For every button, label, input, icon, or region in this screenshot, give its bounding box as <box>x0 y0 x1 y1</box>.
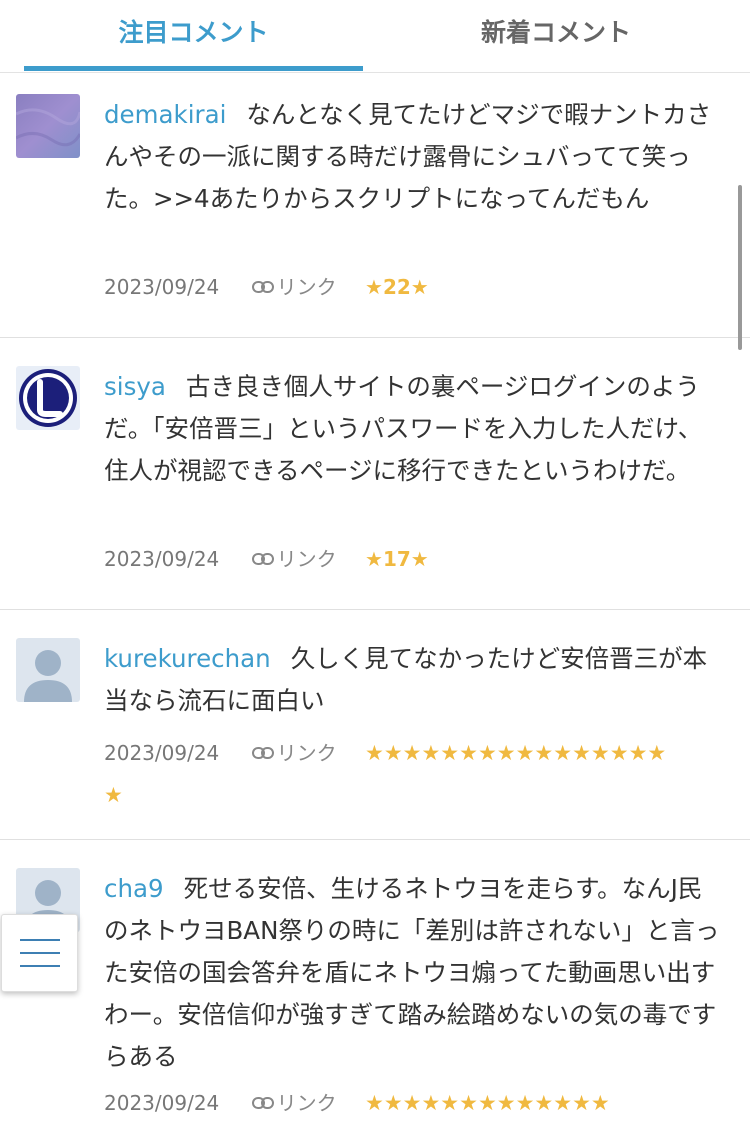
comment-username[interactable]: sisya <box>104 372 166 401</box>
comment-meta: 2023/09/24 リンク ★22★ <box>104 272 724 302</box>
comment-date: 2023/09/24 <box>104 741 220 765</box>
comment-body: sisya 古き良き個人サイトの裏ページログインのようだ。「安倍晋三」というパスワ… <box>104 366 726 492</box>
comment-item: kurekurechan 久しく見てなかったけど安倍晋三が本当なら流石に面白い 2… <box>0 610 750 840</box>
star-rating[interactable]: ★★★★★★★★★★★★★ <box>365 1091 610 1115</box>
star-icon: ★ <box>365 547 383 571</box>
star-rating[interactable]: ★22★ <box>365 275 429 299</box>
link-label: リンク <box>276 275 337 299</box>
link-icon <box>251 1097 274 1109</box>
star-rating[interactable]: ★17★ <box>365 547 429 571</box>
comment-username[interactable]: kurekurechan <box>104 644 271 673</box>
comment-item: cha9 死せる安倍、生けるネトウヨを走らす。なんJ民のネトウヨBAN祭りの時に「… <box>0 840 750 1145</box>
comment-item: sisya 古き良き個人サイトの裏ページログインのようだ。「安倍晋三」というパスワ… <box>0 338 750 610</box>
comment-username[interactable]: cha9 <box>104 874 164 903</box>
comment-body: demakirai なんとなく見てたけどマジで暇ナントカさんやその一派に関する時だ… <box>104 94 726 220</box>
link-icon <box>251 281 274 293</box>
star-rating-overflow[interactable]: ★ <box>104 783 123 807</box>
star-rating[interactable]: ★★★★★★★★★★★★★★★★ <box>365 741 666 765</box>
comment-date: 2023/09/24 <box>104 547 220 571</box>
avatar[interactable] <box>16 638 80 702</box>
star-add-button[interactable]: ★ <box>411 275 429 299</box>
comment-date: 2023/09/24 <box>104 1091 220 1115</box>
active-tab-indicator <box>24 66 363 71</box>
comment-meta: 2023/09/24 リンク ★★★★★★★★★★★★★ <box>104 1088 724 1118</box>
comment-link[interactable]: リンク <box>251 732 337 774</box>
star-count: 17 <box>382 547 411 571</box>
star-add-button[interactable]: ★ <box>411 547 429 571</box>
comment-username[interactable]: demakirai <box>104 100 226 129</box>
comment-link[interactable]: リンク <box>251 544 337 574</box>
tab-new-comments[interactable]: 新着コメント <box>386 0 726 68</box>
link-label: リンク <box>276 741 337 765</box>
menu-button[interactable] <box>1 914 78 992</box>
avatar[interactable] <box>16 366 80 430</box>
comment-body: kurekurechan 久しく見てなかったけど安倍晋三が本当なら流石に面白い <box>104 638 726 722</box>
link-label: リンク <box>276 547 337 571</box>
comment-item: demakirai なんとなく見てたけどマジで暇ナントカさんやその一派に関する時だ… <box>0 72 750 338</box>
comment-tabs: 注目コメント 新着コメント <box>0 0 750 73</box>
tab-featured-comments[interactable]: 注目コメント <box>24 0 363 68</box>
comment-link[interactable]: リンク <box>251 272 337 302</box>
comment-meta: 2023/09/24 リンク ★17★ <box>104 544 724 574</box>
star-count: 22 <box>382 275 411 299</box>
comment-text: 古き良き個人サイトの裏ページログインのようだ。「安倍晋三」というパスワードを入力… <box>104 372 703 485</box>
comment-body: cha9 死せる安倍、生けるネトウヨを走らす。なんJ民のネトウヨBAN祭りの時に「… <box>104 868 726 1078</box>
star-icon: ★ <box>365 275 383 299</box>
link-icon <box>251 553 274 565</box>
comment-meta: 2023/09/24 リンク ★★★★★★★★★★★★★★★★ ★ <box>104 732 724 816</box>
comment-link[interactable]: リンク <box>251 1088 337 1118</box>
comment-text: 死せる安倍、生けるネトウヨを走らす。なんJ民のネトウヨBAN祭りの時に「差別は許… <box>104 874 720 1071</box>
avatar[interactable] <box>16 94 80 158</box>
comment-date: 2023/09/24 <box>104 275 220 299</box>
link-label: リンク <box>276 1091 337 1115</box>
link-icon <box>251 747 274 759</box>
scrollbar-thumb[interactable] <box>738 185 742 350</box>
